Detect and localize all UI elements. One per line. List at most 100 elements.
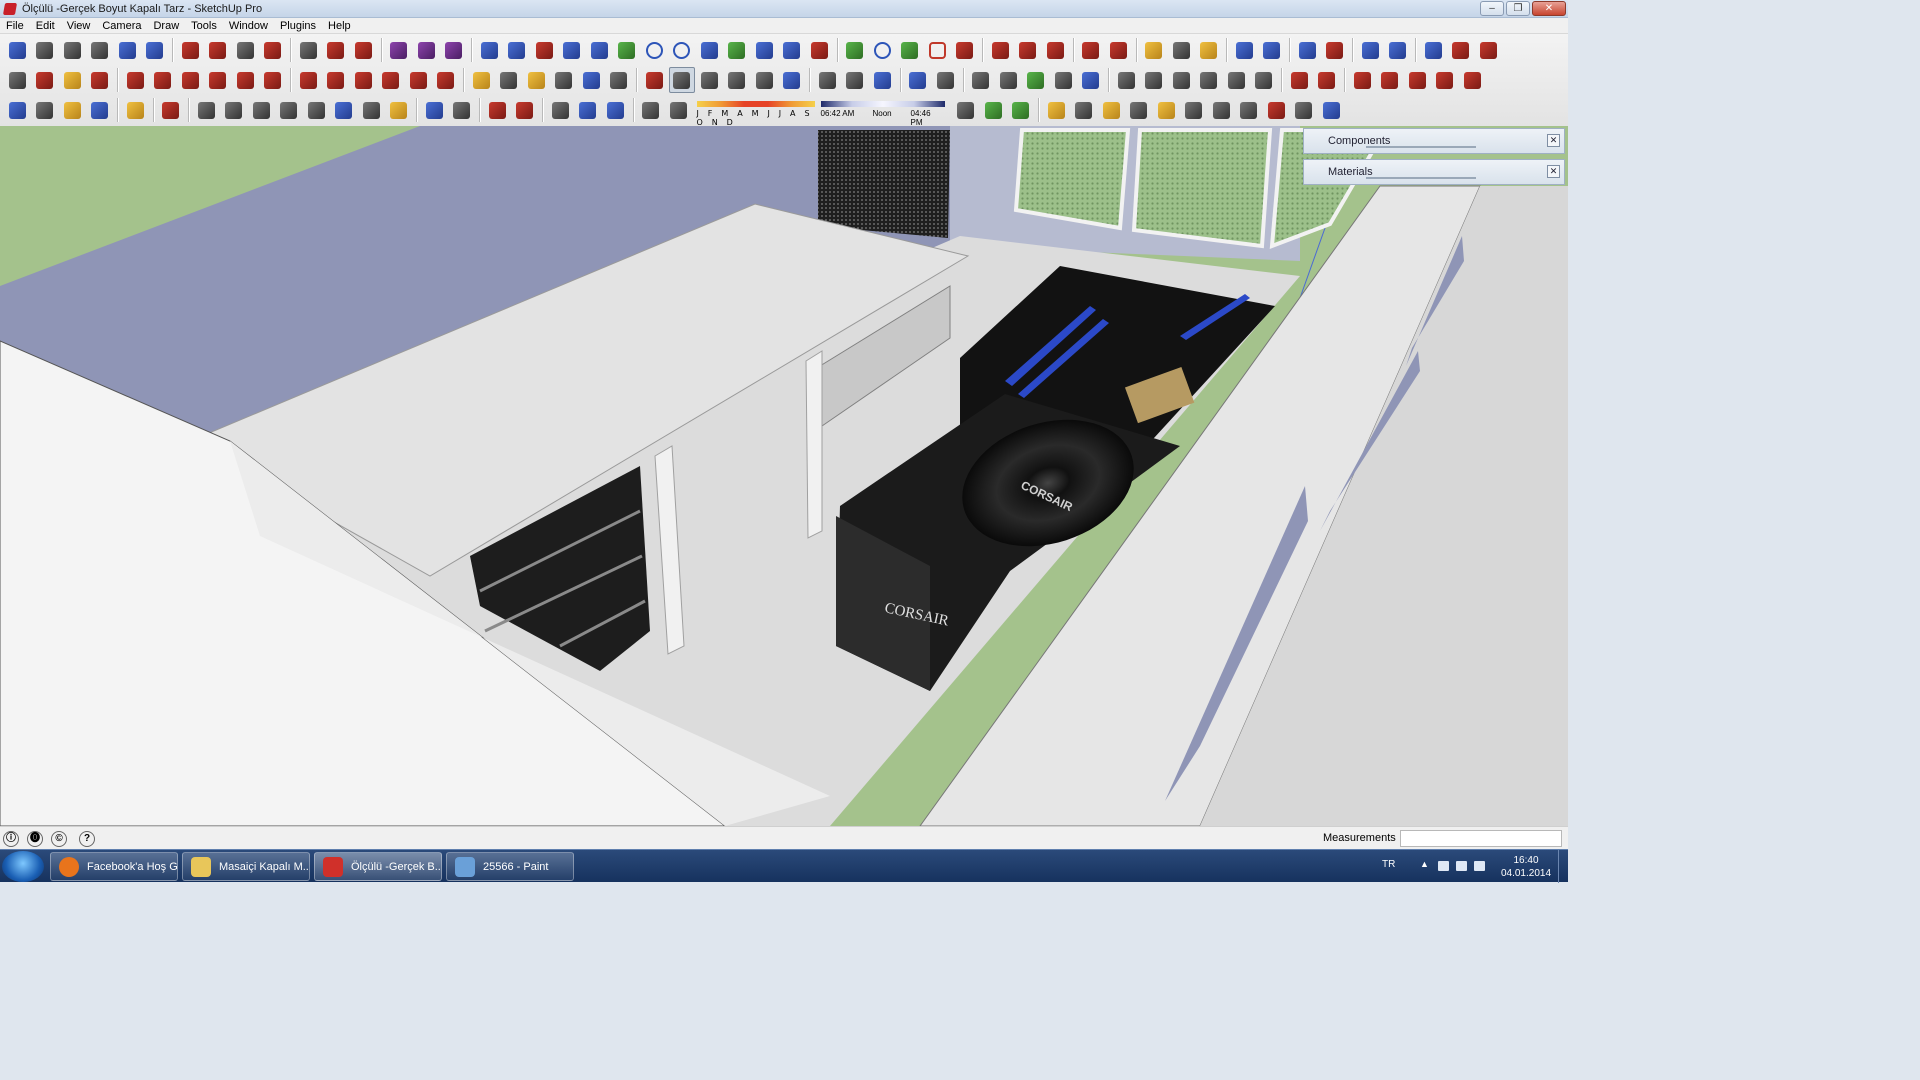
toolbar-button[interactable] [276, 97, 302, 123]
toolbar-button[interactable] [1043, 97, 1069, 123]
toolbar-button[interactable] [295, 67, 321, 93]
toolbar-button[interactable] [547, 97, 573, 123]
toolbar-button[interactable] [668, 67, 695, 93]
toolbar-button[interactable] [1263, 97, 1289, 123]
toolbar-button[interactable] [476, 37, 502, 63]
toolbar-button[interactable] [897, 37, 923, 63]
toolbar-button[interactable] [386, 37, 412, 63]
toolbar-button[interactable] [806, 37, 832, 63]
close-icon[interactable]: ✕ [1547, 165, 1560, 178]
toolbar-button[interactable] [905, 67, 931, 93]
toolbar-button[interactable] [1105, 37, 1131, 63]
toolbar-button[interactable] [205, 67, 231, 93]
toolbar-button[interactable] [578, 67, 604, 93]
shadow-month-slider[interactable]: J F M A M J J A S O N D [696, 99, 815, 127]
toolbar-button[interactable] [1475, 37, 1501, 63]
toolbar-button[interactable] [1015, 37, 1041, 63]
shadow-time-slider[interactable]: 06:42 AM Noon 04:46 PM [820, 99, 945, 127]
toolbar-button[interactable] [968, 67, 994, 93]
toolbar-button[interactable] [87, 37, 113, 63]
toolbar-button[interactable] [4, 67, 30, 93]
toolbar-button[interactable] [724, 67, 750, 93]
geo-location-icon[interactable]: ⓘ [3, 831, 19, 847]
toolbar-button[interactable] [1459, 67, 1485, 93]
toolbar-button[interactable] [221, 97, 247, 123]
toolbar-button[interactable] [995, 67, 1021, 93]
toolbar-button[interactable] [32, 67, 58, 93]
toolbar-button[interactable] [205, 37, 231, 63]
toolbar-button[interactable] [405, 67, 431, 93]
close-icon[interactable]: ✕ [1547, 134, 1560, 147]
toolbar-button[interactable] [1078, 67, 1104, 93]
copyright-icon[interactable]: © [51, 831, 67, 847]
toolbar-button[interactable] [32, 97, 58, 123]
toolbar-button[interactable] [59, 67, 85, 93]
toolbar-button[interactable] [1181, 97, 1207, 123]
toolbar-button[interactable] [614, 37, 640, 63]
action-center-flag-icon[interactable] [1438, 861, 1449, 871]
toolbar-button[interactable] [551, 67, 577, 93]
toolbar-button[interactable] [1208, 97, 1234, 123]
toolbar-button[interactable] [1385, 37, 1411, 63]
toolbar-button[interactable] [1168, 67, 1194, 93]
toolbar-button[interactable] [531, 37, 557, 63]
toolbar-button[interactable] [295, 37, 321, 63]
toolbar-button[interactable] [1196, 37, 1222, 63]
menu-help[interactable]: Help [322, 20, 357, 32]
toolbar-button[interactable] [433, 67, 459, 93]
taskbar-item-firefox[interactable]: Facebook'a Hoş G... [50, 852, 178, 881]
menu-draw[interactable]: Draw [147, 20, 185, 32]
toolbar-button[interactable] [358, 97, 384, 123]
toolbar-button[interactable] [1420, 37, 1446, 63]
toolbar-button[interactable] [331, 97, 357, 123]
toolbar-button[interactable] [323, 37, 349, 63]
network-icon[interactable] [1456, 861, 1467, 871]
toolbar-button[interactable] [665, 97, 691, 123]
toolbar-button[interactable] [987, 37, 1013, 63]
toolbar-button[interactable] [724, 37, 750, 63]
toolbar-button[interactable] [59, 97, 85, 123]
taskbar-item-folder[interactable]: Masaiçi Kapalı M... [182, 852, 310, 881]
toolbar-button[interactable] [32, 37, 58, 63]
toolbar-button[interactable] [232, 67, 258, 93]
toolbar-button[interactable] [779, 67, 805, 93]
toolbar-button[interactable] [1259, 37, 1285, 63]
menu-window[interactable]: Window [223, 20, 274, 32]
show-desktop-button[interactable] [1558, 850, 1568, 883]
toolbar-button[interactable] [602, 97, 628, 123]
toolbar-button[interactable] [87, 97, 113, 123]
show-hidden-icons-icon[interactable]: ▲ [1420, 859, 1429, 869]
system-clock[interactable]: 16:40 04.01.2014 [1496, 854, 1556, 880]
close-button[interactable]: ✕ [1532, 1, 1566, 16]
toolbar-button[interactable] [484, 97, 510, 123]
toolbar-button[interactable] [142, 37, 168, 63]
toolbar-button[interactable] [641, 37, 667, 63]
toolbar-button[interactable] [260, 37, 286, 63]
toolbar-button[interactable] [1231, 37, 1257, 63]
toolbar-button[interactable] [177, 67, 203, 93]
toolbar-button[interactable] [814, 67, 840, 93]
toolbar-button[interactable] [87, 67, 113, 93]
credits-icon[interactable]: ⓿ [27, 831, 43, 847]
toolbar-button[interactable] [1349, 67, 1375, 93]
toolbar-button[interactable] [586, 37, 612, 63]
toolbar-button[interactable] [1050, 67, 1076, 93]
toolbar-button[interactable] [59, 37, 85, 63]
toolbar-button[interactable] [350, 37, 376, 63]
toolbar-button[interactable] [1168, 37, 1194, 63]
toolbar-button[interactable] [924, 37, 950, 63]
toolbar-button[interactable] [1448, 37, 1474, 63]
toolbar-button[interactable] [1432, 67, 1458, 93]
taskbar-item-sketchup[interactable]: Ölçülü -Gerçek B... [314, 852, 442, 881]
toolbar-button[interactable] [669, 37, 695, 63]
toolbar-button[interactable] [1251, 67, 1277, 93]
toolbar-button[interactable] [114, 37, 140, 63]
menu-file[interactable]: File [0, 20, 30, 32]
toolbar-button[interactable] [1357, 37, 1383, 63]
toolbar-button[interactable] [980, 97, 1006, 123]
menu-edit[interactable]: Edit [30, 20, 61, 32]
toolbar-button[interactable] [323, 67, 349, 93]
toolbar-button[interactable] [1404, 67, 1430, 93]
toolbar-button[interactable] [232, 37, 258, 63]
toolbar-button[interactable] [1286, 67, 1312, 93]
